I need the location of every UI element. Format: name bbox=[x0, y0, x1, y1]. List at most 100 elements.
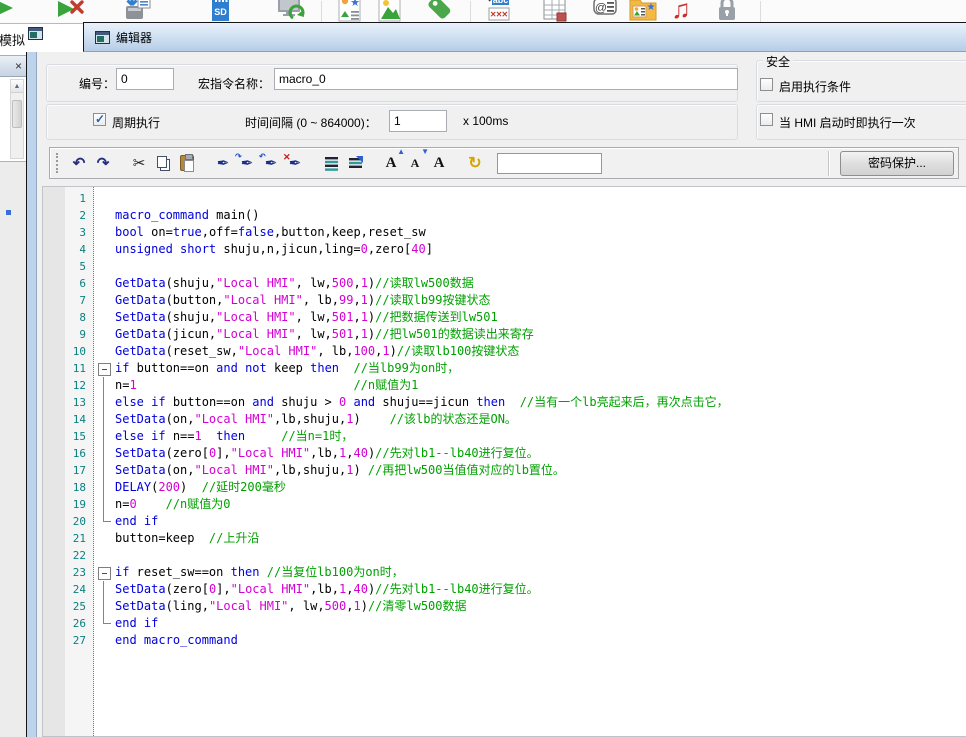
outdent-list-icon[interactable] bbox=[343, 151, 367, 175]
fold-margin bbox=[94, 547, 115, 564]
code-text: end if bbox=[115, 513, 158, 530]
bookmark-next-icon[interactable]: ✒↷ bbox=[235, 151, 259, 175]
code-text: GetData(jicun,"Local HMI", lw,501,1)//把l… bbox=[115, 326, 534, 343]
macro-name-input[interactable] bbox=[274, 68, 738, 90]
background-pane: ▲ bbox=[0, 77, 26, 162]
scroll-up-icon[interactable]: ▲ bbox=[11, 80, 23, 93]
periodic-checkbox[interactable] bbox=[93, 113, 106, 126]
code-text: end if bbox=[115, 615, 158, 632]
fold-marker-icon[interactable] bbox=[94, 360, 115, 377]
font-increase-icon[interactable]: A▲ bbox=[379, 151, 403, 175]
line-number: 18 bbox=[43, 479, 94, 496]
startup-checkbox[interactable] bbox=[760, 113, 773, 126]
code-line: 22 bbox=[43, 547, 966, 564]
find-icon[interactable]: ↻ bbox=[463, 151, 487, 175]
indent-list-icon[interactable] bbox=[319, 151, 343, 175]
background-bullet bbox=[6, 210, 11, 215]
code-line: 18 DELAY(200) //延时200毫秒 bbox=[43, 479, 966, 496]
fold-margin bbox=[94, 394, 115, 411]
line-number: 17 bbox=[43, 462, 94, 479]
background-pane-header: × bbox=[0, 55, 26, 77]
report-table-icon[interactable] bbox=[540, 0, 570, 24]
code-line: 25SetData(ling,"Local HMI", lw,500,1)//清… bbox=[43, 598, 966, 615]
string-table-icon[interactable]: abc××× bbox=[485, 0, 515, 24]
bookmark-prev-icon[interactable]: ✒↶ bbox=[259, 151, 283, 175]
bookmark-toggle-icon[interactable]: ✒ bbox=[211, 151, 235, 175]
bookmark-clear-icon[interactable]: ✒✕ bbox=[283, 151, 307, 175]
simulate-stop-icon[interactable] bbox=[55, 0, 85, 24]
code-line: 12n=1 //n赋值为1 bbox=[43, 377, 966, 394]
code-line: 6GetData(shuju,"Local HMI", lw,500,1)//读… bbox=[43, 275, 966, 292]
code-line: 23if reset_sw==on then //当复位lb100为on时， bbox=[43, 564, 966, 581]
address-tag-icon[interactable]: @ bbox=[590, 0, 620, 24]
interval-unit-label: x 100ms bbox=[463, 114, 508, 128]
label-tag-icon[interactable] bbox=[424, 0, 454, 24]
line-number: 25 bbox=[43, 598, 94, 615]
macro-search-input[interactable] bbox=[497, 153, 602, 174]
toolbar-grip[interactable] bbox=[56, 153, 59, 173]
line-number: 2 bbox=[43, 207, 94, 224]
screen-refresh-icon[interactable] bbox=[276, 0, 306, 24]
undo-icon[interactable]: ↶ bbox=[67, 151, 91, 175]
line-number: 11 bbox=[43, 360, 94, 377]
svg-text:♫: ♫ bbox=[671, 0, 691, 23]
picture-icon[interactable] bbox=[375, 0, 405, 24]
svg-text:×××: ××× bbox=[490, 10, 508, 21]
app-toolbar: SD ★ abc××× @ ★ ♫ bbox=[0, 0, 966, 24]
fold-margin bbox=[94, 530, 115, 547]
code-text: SetData(on,"Local HMI",lb,shuju,1) //该lb… bbox=[115, 411, 517, 428]
code-line: 8SetData(shuju,"Local HMI", lw,501,1)//把… bbox=[43, 309, 966, 326]
svg-text:SD: SD bbox=[214, 7, 227, 17]
toolbar-divider bbox=[828, 151, 829, 176]
macro-id-input[interactable] bbox=[116, 68, 174, 90]
redo-icon[interactable]: ↷ bbox=[91, 151, 115, 175]
copy-icon[interactable] bbox=[151, 151, 175, 175]
code-text: if reset_sw==on then //当复位lb100为on时， bbox=[115, 564, 404, 581]
macro-editor-dialog: 编号： 宏指令名称： 安全 启用执行条件 周期执行 时间间隔 (0 ~ 8640… bbox=[26, 52, 966, 737]
line-number: 24 bbox=[43, 581, 94, 598]
run-partial-icon[interactable] bbox=[0, 0, 18, 24]
fold-marker-icon[interactable] bbox=[94, 564, 115, 581]
download-icon[interactable] bbox=[123, 0, 153, 24]
startup-label: 当 HMI 启动时即执行一次 bbox=[779, 114, 916, 131]
code-line: 11if button==on and not keep then //当lb9… bbox=[43, 360, 966, 377]
photo-album-icon[interactable]: ★ bbox=[335, 0, 365, 24]
code-text: GetData(button,"Local HMI", lb,99,1)//读取… bbox=[115, 292, 491, 309]
enable-condition-checkbox[interactable] bbox=[760, 78, 773, 91]
code-line: 17SetData(on,"Local HMI",lb,shuju,1) //再… bbox=[43, 462, 966, 479]
line-number: 27 bbox=[43, 632, 94, 649]
paste-icon[interactable] bbox=[175, 151, 199, 175]
code-line: 15else if n==1 then //当n=1时， bbox=[43, 428, 966, 445]
code-text: else if button==on and shuju > 0 and shu… bbox=[115, 394, 729, 411]
line-number: 21 bbox=[43, 530, 94, 547]
close-icon[interactable]: × bbox=[15, 59, 22, 73]
cut-icon[interactable]: ✂ bbox=[127, 151, 151, 175]
security-lock-icon[interactable] bbox=[712, 0, 742, 24]
code-text: bool on=true,off=false,button,keep,reset… bbox=[115, 224, 426, 241]
svg-text:★: ★ bbox=[647, 2, 656, 13]
line-number: 22 bbox=[43, 547, 94, 564]
line-number: 6 bbox=[43, 275, 94, 292]
fold-margin bbox=[94, 224, 115, 241]
code-line: 7GetData(button,"Local HMI", lb,99,1)//读… bbox=[43, 292, 966, 309]
code-text: DELAY(200) //延时200毫秒 bbox=[115, 479, 286, 496]
line-number: 8 bbox=[43, 309, 94, 326]
code-text: unsigned short shuju,n,jicun,ling=0,zero… bbox=[115, 241, 433, 258]
line-number: 5 bbox=[43, 258, 94, 275]
sd-card-icon[interactable]: SD bbox=[205, 0, 235, 24]
background-panel-fragment: 线模拟 bbox=[0, 24, 83, 55]
group-library-icon[interactable]: ★ bbox=[628, 0, 658, 24]
screen: SD ★ abc××× @ ★ ♫ 线模拟 × bbox=[0, 0, 966, 737]
scrollbar-thumb[interactable] bbox=[12, 100, 22, 128]
dialog-titlebar[interactable]: 编辑器 bbox=[83, 22, 966, 52]
font-icon[interactable]: A bbox=[427, 151, 451, 175]
line-number: 15 bbox=[43, 428, 94, 445]
periodic-label: 周期执行 bbox=[112, 114, 160, 131]
interval-input[interactable] bbox=[389, 110, 447, 132]
font-decrease-icon[interactable]: A▼ bbox=[403, 151, 427, 175]
line-number: 20 bbox=[43, 513, 94, 530]
sound-library-icon[interactable]: ♫ bbox=[666, 0, 696, 24]
password-protect-button[interactable]: 密码保护... bbox=[840, 151, 954, 176]
vertical-scrollbar[interactable]: ▲ bbox=[10, 79, 24, 159]
macro-code-editor[interactable]: 12macro_command main()3bool on=true,off=… bbox=[42, 186, 966, 737]
